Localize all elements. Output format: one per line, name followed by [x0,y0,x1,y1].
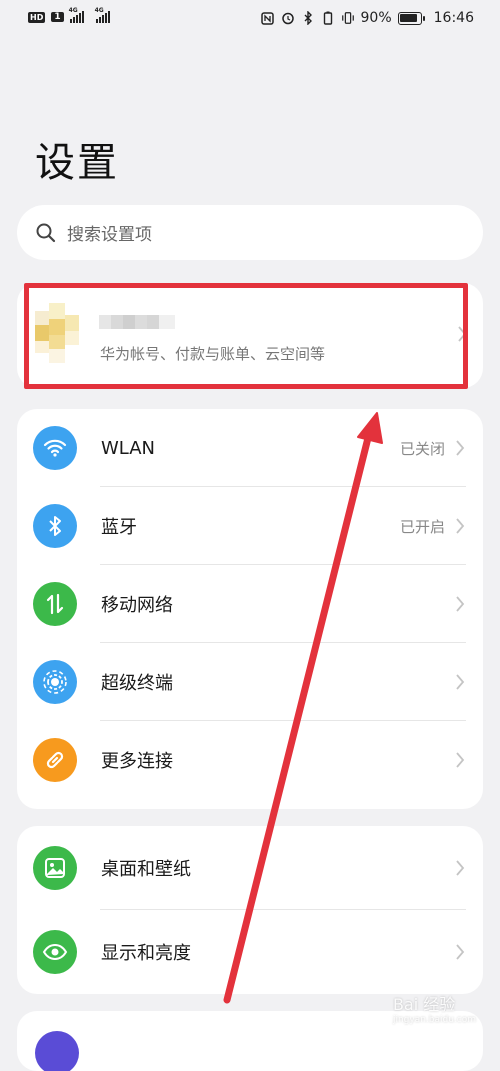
settings-item-super-device[interactable]: 超级终端 [17,643,483,721]
chevron-right-icon [456,596,465,612]
settings-item-wlan[interactable]: WLAN 已关闭 [17,409,483,487]
status-bar: HD 1 4G 4G 90% 16:46 [0,0,500,38]
status-left: HD 1 4G 4G [28,7,110,23]
link-icon [33,738,77,782]
watermark-url: jingyan.baidu.com [392,1015,476,1025]
nfc-icon [261,11,275,25]
battery-fill [400,14,418,22]
super-device-icon [33,660,77,704]
settings-item-home-wallpaper[interactable]: 桌面和壁纸 [17,826,483,910]
chevron-right-icon [456,674,465,690]
chevron-right-icon [456,944,465,960]
settings-item-label: 桌面和壁纸 [101,859,191,880]
clock: 16:46 [433,10,474,26]
signal-icon: 4G [95,7,110,23]
settings-item-label: 蓝牙 [101,517,137,538]
settings-item-mobile-network[interactable]: 移动网络 [17,565,483,643]
watermark-logo: Bai 经验 jingyan.baidu.com [393,991,476,1025]
page-title: 设置 [35,140,119,186]
mobile-data-icon [33,582,77,626]
connectivity-list: WLAN 已关闭 蓝牙 已开启 移动网络 超级终端 更多连接 [17,409,483,809]
annotation-highlight-box [24,283,468,389]
battery-saver-icon [321,11,335,25]
chevron-right-icon [456,752,465,768]
wallpaper-icon [33,846,77,890]
network-type: 4G [68,7,78,14]
display-list: 桌面和壁纸 显示和亮度 [17,826,483,994]
network-type: 4G [94,7,104,14]
alarm-icon [281,11,295,25]
status-right: 90% 16:46 [261,10,474,26]
settings-item-value: 已开启 [399,517,445,536]
eye-icon [33,930,77,974]
sim-badge: 1 [51,12,64,22]
settings-item-label: 更多连接 [101,751,173,772]
chevron-right-icon [456,860,465,876]
settings-item-label: 超级终端 [101,673,173,694]
watermark-text: Bai 经验 [392,995,456,1014]
bluetooth-status-icon [301,11,315,25]
settings-item-label: 移动网络 [101,595,173,616]
wifi-icon [33,426,77,470]
battery-icon [397,11,425,25]
hd-badge: HD [28,11,46,23]
battery-percent: 90% [360,10,392,26]
search-icon [36,223,56,242]
bluetooth-icon [33,504,77,548]
chevron-right-icon [456,518,465,534]
settings-item-label: 显示和亮度 [101,943,191,964]
settings-item-bluetooth[interactable]: 蓝牙 已开启 [17,487,483,565]
settings-item-more-connections[interactable]: 更多连接 [17,721,483,799]
settings-item-value: 已关闭 [399,439,445,458]
signal-icon: 4G [69,7,84,23]
settings-item-display-brightness[interactable]: 显示和亮度 [17,910,483,994]
sounds-icon [35,1031,79,1071]
settings-item-label: WLAN [101,437,156,459]
search-bar[interactable]: 搜索设置项 [17,205,483,260]
search-placeholder: 搜索设置项 [67,225,152,245]
chevron-right-icon [456,440,465,456]
vibrate-icon [341,11,355,25]
